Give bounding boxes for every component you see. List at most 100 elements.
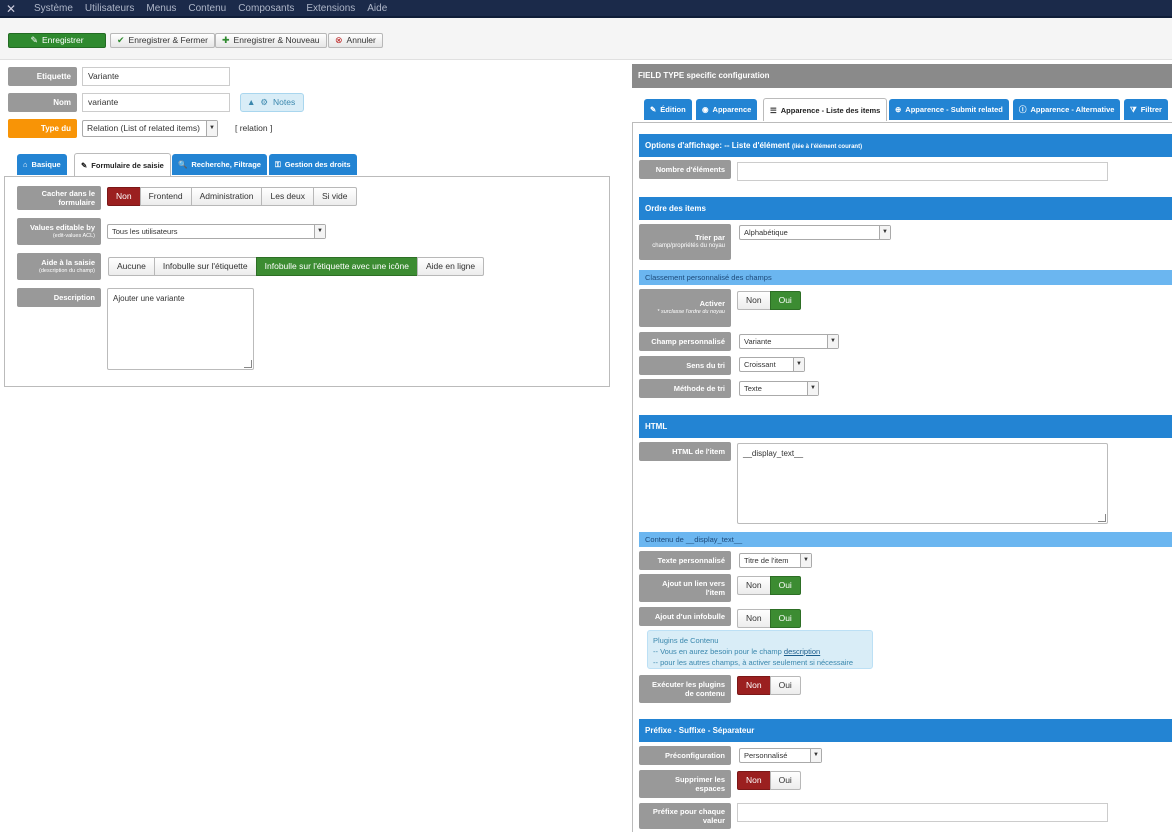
preconfiguration-select[interactable]: Personnalisé ▼: [739, 748, 822, 763]
prefix-each-input[interactable]: [737, 803, 1108, 822]
sort-method-label: Méthode de tri: [639, 379, 731, 398]
tab-apparence-submit-related[interactable]: ⊕ Apparence - Submit related: [889, 99, 1009, 120]
activate-label: Activer * surclasse l'ordre du noyau: [639, 289, 731, 327]
hide-option-les-deux[interactable]: Les deux: [261, 187, 314, 206]
field-type-code: [ relation ]: [235, 123, 273, 133]
tab-gestion-des-droits[interactable]: ⚿ Gestion des droits: [269, 154, 357, 175]
filter-icon: ⧩: [1130, 105, 1137, 114]
activate-non[interactable]: Non: [737, 291, 771, 310]
tab-apparence-liste-des-items[interactable]: ☰ Apparence - Liste des items: [763, 98, 888, 121]
hide-option-frontend[interactable]: Frontend: [139, 187, 192, 206]
add-link-label: Ajout un lien vers l'item: [639, 574, 731, 602]
notes-button[interactable]: ▲ ⚙ Notes: [240, 93, 304, 112]
help-option-aucune[interactable]: Aucune: [108, 257, 155, 276]
run-plugins-label: Exécuter les plugins de contenu: [639, 675, 731, 703]
hide-option-administration[interactable]: Administration: [190, 187, 263, 206]
item-html-textarea[interactable]: __display_text__: [737, 443, 1108, 524]
save-button[interactable]: ✎ Enregistrer: [8, 33, 106, 48]
save-new-button[interactable]: ✚ Enregistrer & Nouveau: [215, 33, 327, 48]
joomla-logo-icon[interactable]: ✕: [6, 2, 20, 16]
sort-by-select[interactable]: Alphabétique ▼: [739, 225, 891, 240]
activate-oui[interactable]: Oui: [769, 291, 801, 310]
menu-menus[interactable]: Menus: [146, 0, 176, 18]
save-close-button[interactable]: ✔ Enregistrer & Fermer: [110, 33, 215, 48]
add-link-non[interactable]: Non: [737, 576, 771, 595]
run-plugins-toggle: Non Oui: [737, 676, 801, 695]
tab-basique[interactable]: ⌂ Basique: [17, 154, 67, 175]
add-tooltip-oui[interactable]: Oui: [769, 609, 801, 628]
list-icon: ☰: [770, 105, 777, 115]
custom-field-select[interactable]: Variante ▼: [739, 334, 839, 349]
menu-composants[interactable]: Composants: [238, 0, 294, 18]
strip-spaces-oui[interactable]: Oui: [769, 771, 801, 790]
run-plugins-non[interactable]: Non: [737, 676, 771, 695]
field-type-select[interactable]: Relation (List of related items) ▼: [82, 120, 218, 137]
admin-menubar: ✕ Système Utilisateurs Menus Contenu Com…: [0, 0, 1172, 18]
help-option-tooltip-icon[interactable]: Infobulle sur l'étiquette avec une icône: [255, 257, 418, 276]
menu-utilisateurs[interactable]: Utilisateurs: [85, 0, 134, 18]
run-plugins-oui[interactable]: Oui: [769, 676, 801, 695]
edit-icon: ✎: [650, 105, 657, 114]
label-input[interactable]: Variante: [82, 67, 230, 86]
gear-icon: ⚙: [260, 97, 269, 107]
name-field-label: Nom: [8, 93, 77, 112]
hide-option-si-vide[interactable]: Si vide: [312, 187, 357, 206]
menu-extensions[interactable]: Extensions: [306, 0, 355, 18]
chevron-down-icon: ▼: [810, 749, 821, 762]
key-icon: ⚿: [275, 160, 281, 169]
tab-edition[interactable]: ✎ Édition: [644, 99, 692, 120]
sort-direction-label: Sens du tri: [639, 356, 731, 375]
description-textarea[interactable]: Ajouter une variante: [107, 288, 254, 370]
hide-in-form-label: Cacher dans le formulaire: [17, 186, 101, 210]
menu-contenu[interactable]: Contenu: [188, 0, 226, 18]
menu-aide[interactable]: Aide: [367, 0, 387, 18]
resize-handle-icon[interactable]: [244, 360, 252, 368]
add-tooltip-label: Ajout d'un infobulle: [639, 607, 731, 626]
add-link-toggle: Non Oui: [737, 576, 801, 595]
add-tooltip-non[interactable]: Non: [737, 609, 771, 628]
description-link[interactable]: description: [784, 647, 820, 656]
hide-option-non[interactable]: Non: [107, 187, 141, 206]
resize-handle-icon[interactable]: [1098, 514, 1106, 522]
preconfiguration-label: Préconfiguration: [639, 746, 731, 765]
edit-icon: ✎: [81, 160, 88, 170]
strip-spaces-non[interactable]: Non: [737, 771, 771, 790]
help-option-tooltip[interactable]: Infobulle sur l'étiquette: [153, 257, 257, 276]
type-field-label: Type du champ: [8, 119, 77, 152]
tab-recherche-filtrage[interactable]: 🔍 Recherche, Filtrage: [172, 154, 267, 175]
chevron-down-icon: ▼: [807, 382, 818, 395]
input-help-label: Aide à la saisie (description du champ): [17, 253, 101, 280]
edit-icon: ✎: [30, 35, 38, 45]
add-link-oui[interactable]: Oui: [769, 576, 801, 595]
hide-in-form-options: Non Frontend Administration Les deux Si …: [107, 187, 357, 206]
chevron-down-icon: ▼: [879, 226, 890, 239]
display-options-bar: Options d'affichage: -- Liste d'élément …: [639, 134, 1172, 157]
name-input[interactable]: variante: [82, 93, 230, 112]
chevron-down-icon: ▼: [793, 358, 804, 371]
display-text-bar: Contenu de __display_text__: [639, 532, 1172, 547]
tab-filtrer[interactable]: ⧩ Filtrer: [1124, 99, 1168, 120]
editable-by-select[interactable]: Tous les utilisateurs ▼: [107, 224, 326, 239]
help-option-inline[interactable]: Aide en ligne: [416, 257, 485, 276]
sort-direction-select[interactable]: Croissant ▼: [739, 357, 805, 372]
toolbar: ✎ Enregistrer ✔ Enregistrer & Fermer ✚ Enre…: [0, 18, 1172, 60]
sort-method-select[interactable]: Texte ▼: [739, 381, 819, 396]
item-html-label: HTML de l'item: [639, 442, 731, 461]
warning-icon: ▲: [247, 97, 256, 107]
tab-apparence[interactable]: ◉ Apparence: [696, 99, 758, 120]
cancel-button[interactable]: ⊗ Annuler: [328, 33, 383, 48]
tab-formulaire-de-saisie[interactable]: ✎ Formulaire de saisie: [74, 153, 171, 176]
chevron-down-icon: ▼: [206, 121, 217, 136]
item-order-bar: Ordre des items: [639, 197, 1172, 220]
main-menu: Système Utilisateurs Menus Contenu Compo…: [34, 0, 399, 18]
add-tooltip-toggle: Non Oui: [737, 609, 801, 628]
custom-text-label: Texte personnalisé: [639, 551, 731, 570]
custom-field-label: Champ personnalisé: [639, 332, 731, 351]
item-count-input[interactable]: [737, 162, 1108, 181]
custom-order-bar: Classement personnalisé des champs: [639, 270, 1172, 285]
label-field-label: Etiquette: [8, 67, 77, 86]
menu-systeme[interactable]: Système: [34, 0, 73, 18]
eye-icon: ◉: [702, 105, 709, 114]
custom-text-select[interactable]: Titre de l'item ▼: [739, 553, 812, 568]
tab-apparence-alternative[interactable]: ⓘ Apparence - Alternative: [1013, 99, 1121, 120]
